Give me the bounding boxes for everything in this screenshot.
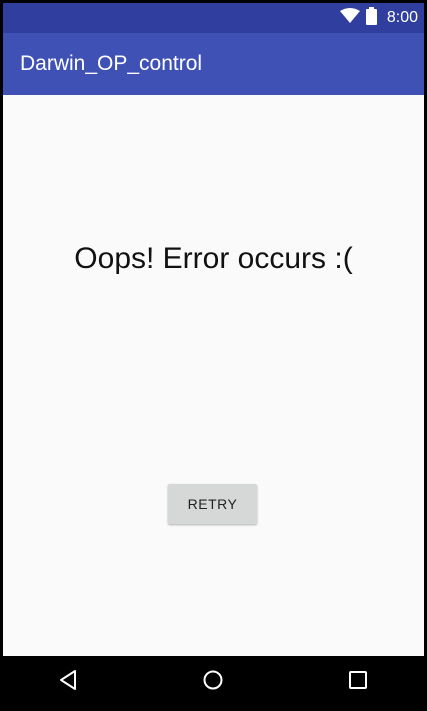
recents-button[interactable] [328,656,388,708]
retry-button[interactable]: RETRY [168,484,257,524]
home-icon [202,669,224,696]
app-bar: Darwin_OP_control [3,33,424,95]
screen: 8:00 Darwin_OP_control Oops! Error occur… [3,3,424,708]
battery-icon [365,6,377,30]
back-button[interactable] [38,656,98,708]
recents-icon [348,670,368,695]
error-message: Oops! Error occurs :( [74,242,353,275]
status-icons: 8:00 [339,3,418,33]
status-time: 8:00 [386,9,418,26]
main-content: Oops! Error occurs :( RETRY [3,95,424,656]
home-button[interactable] [183,656,243,708]
navigation-bar [3,656,424,708]
device-frame: 8:00 Darwin_OP_control Oops! Error occur… [0,0,427,711]
wifi-icon [339,7,360,29]
back-icon [58,669,78,696]
status-bar: 8:00 [3,3,424,33]
app-title: Darwin_OP_control [20,52,203,75]
